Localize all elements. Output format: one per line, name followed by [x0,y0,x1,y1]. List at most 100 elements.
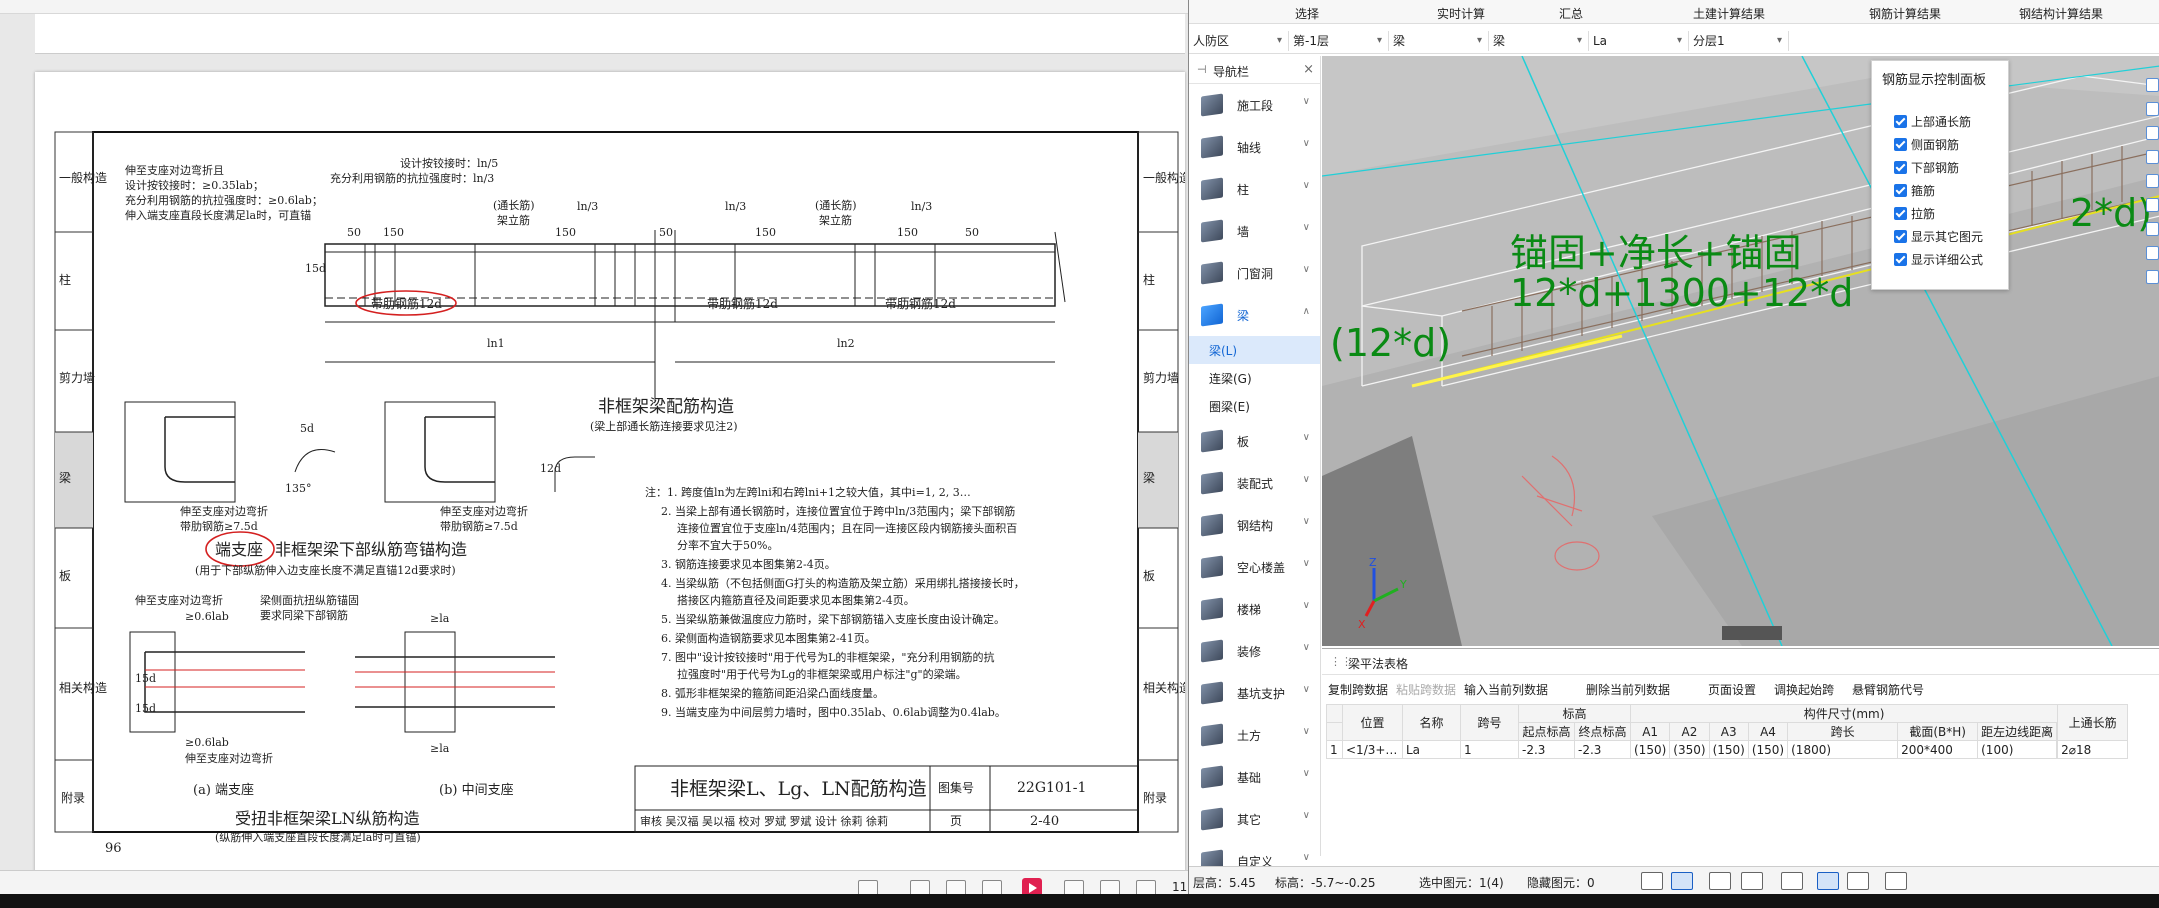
ribbon-tab-summary[interactable]: 汇总 [1559,5,1583,22]
beam-icon [1201,303,1223,327]
nav-item-openings[interactable]: 门窗洞 ∨ [1189,252,1320,294]
hook-details [124,401,595,503]
caption-a: (a) 端支座 [193,783,254,798]
nav-item-pit-support[interactable]: 基坑支护 ∨ [1189,672,1320,714]
nav-item-slab[interactable]: 板 ∨ [1189,420,1320,462]
swap-start-span-button[interactable]: 调换起始跨 [1774,681,1834,698]
chevron-up-icon: ∧ [1302,306,1310,317]
rebar-panel-title: 钢筋显示控制面板 [1882,73,1987,88]
checkbox-checked-icon [1894,161,1907,174]
nav-item-earthwork[interactable]: 土方 ∨ [1189,714,1320,756]
cross-select-icon[interactable] [1709,872,1731,890]
nav-item-hollow-floor[interactable]: 空心楼盖 ∨ [1189,546,1320,588]
ribbon-bar: 选择 实时计算 汇总 土建计算结果 钢筋计算结果 钢结构计算结果 [1189,0,2159,24]
beam-plan-table: 位置 名称 跨号 标高 构件尺寸(mm) 上通长筋 起点标高 终点标高 A1 A… [1326,704,2129,759]
svg-text:伸入端支座直段长度满足la时，可直锚: 伸入端支座直段长度满足la时，可直锚 [125,208,311,222]
view-tool-icon[interactable] [2146,222,2159,236]
ribbon-tab-civil-result[interactable]: 土建计算结果 [1693,5,1765,22]
delete-column-button[interactable]: 删除当前列数据 [1586,681,1670,698]
view-tool-icon[interactable] [2146,174,2159,188]
checkbox-checked-icon [1894,138,1907,151]
object-snap-icon[interactable] [1817,872,1839,890]
select-box-icon[interactable] [1671,872,1693,890]
view-side-toolbar [2144,56,2159,296]
nav-sub-beam-l[interactable]: 梁(L) [1189,336,1320,364]
right-index-other: 相关构造 [1143,680,1185,695]
checkbox-show-other-elements[interactable]: 显示其它图元 [1894,228,1983,246]
svg-text:充分利用钢筋的抗拉强度时：ln/3: 充分利用钢筋的抗拉强度时：ln/3 [330,171,494,185]
svg-text:≥la: ≥la [430,742,450,755]
arc-icon[interactable] [1847,872,1869,890]
nav-item-beam[interactable]: 梁 ∧ [1189,294,1320,336]
combo-element-type[interactable]: 梁 [1489,31,1589,51]
svg-text:4. 当梁纵筋（不包括侧面G打头的构造筋及架立筋）采用绑扎搭: 4. 当梁纵筋（不包括侧面G打头的构造筋及架立筋）采用绑扎搭接接长时， [661,576,1025,590]
cantilever-code-button[interactable]: 悬臂钢筋代号 [1852,681,1924,698]
3d-viewport[interactable]: 锚固+净长+锚固 12*d+1300+12*d (12*d) 2*d) Z Y … [1322,56,2159,646]
input-column-button[interactable]: 输入当前列数据 [1464,681,1548,698]
end-support-subtitle: (用于下部纵筋伸入边支座长度不满足直锚12d要求时) [195,563,456,577]
combo-element-name[interactable]: La [1589,31,1689,51]
nav-item-other[interactable]: 其它 ∨ [1189,798,1320,840]
ribbon-tab-steel-result[interactable]: 钢结构计算结果 [2019,5,2103,22]
nav-item-prefab[interactable]: 装配式 ∨ [1189,462,1320,504]
svg-text:架立筋: 架立筋 [497,213,530,227]
svg-text:拉强度时"用于代号为Lg的非框架梁或用户标注"g"的梁端。: 拉强度时"用于代号为Lg的非框架梁或用户标注"g"的梁端。 [677,667,967,681]
nav-item-axis[interactable]: 轴线 ∨ [1189,126,1320,168]
nav-item-decoration[interactable]: 装修 ∨ [1189,630,1320,672]
left-anchor-label: (12*d) [1330,321,1451,365]
ortho-icon[interactable] [1641,872,1663,890]
pin-icon[interactable]: ⊣ [1197,63,1207,76]
view-tool-icon[interactable] [2146,246,2159,260]
close-icon[interactable]: × [1303,62,1314,77]
view-tool-icon[interactable] [2146,150,2159,164]
page-setup-button[interactable]: 页面设置 [1708,681,1756,698]
checkbox-tie-bar[interactable]: 拉筋 [1894,205,1935,223]
svg-text:150: 150 [897,226,918,239]
chevron-down-icon: ∨ [1302,432,1310,443]
beam-dimensions: 50 150 ln/3 150 50 ln/3 150 ln/3 150 50 … [305,198,979,350]
angle-icon[interactable] [1741,872,1763,890]
copy-span-button[interactable]: 复制跨数据 [1328,681,1388,698]
pit-support-icon [1201,681,1223,705]
nav-item-construction-section[interactable]: 施工段 ∨ [1189,84,1320,126]
nav-sub-coupling-beam[interactable]: 连梁(G) [1189,364,1320,392]
snap-icon[interactable] [1781,872,1803,890]
svg-text:带肋钢筋12d: 带肋钢筋12d [707,296,778,311]
nav-item-stairs[interactable]: 楼梯 ∨ [1189,588,1320,630]
view-tool-icon[interactable] [2146,126,2159,140]
expand-icon[interactable] [1885,872,1907,890]
checkbox-top-through-bar[interactable]: 上部通长筋 [1894,113,1971,131]
checkbox-bottom-bar[interactable]: 下部钢筋 [1894,159,1959,177]
combo-civil-defense[interactable]: 人防区 [1189,31,1289,51]
earthwork-icon [1201,723,1223,747]
view-tool-icon[interactable] [2146,78,2159,92]
chevron-down-icon: ∨ [1302,642,1310,653]
nav-sub-ring-beam[interactable]: 圈梁(E) [1189,392,1320,420]
view-tool-icon[interactable] [2146,270,2159,284]
paste-span-button[interactable]: 粘贴跨数据 [1396,681,1456,698]
checkbox-show-detailed-formula[interactable]: 显示详细公式 [1894,251,1983,269]
nav-item-steel[interactable]: 钢结构 ∨ [1189,504,1320,546]
ribbon-tab-select[interactable]: 选择 [1295,5,1319,22]
chevron-down-icon: ∨ [1302,810,1310,821]
axis-icon [1201,135,1223,159]
combo-layer[interactable]: 分层1 [1689,31,1789,51]
checkbox-side-bar[interactable]: 侧面钢筋 [1894,136,1959,154]
stairs-icon [1201,597,1223,621]
combo-floor[interactable]: 第-1层 [1289,31,1389,51]
floor-height-readout: 层高：5.45 [1193,876,1256,890]
svg-text:搭接区内箍筋直径及间距要求见本图集第2-4页。: 搭接区内箍筋直径及间距要求见本图集第2-4页。 [677,593,915,607]
notes-block: 注：1. 跨度值ln为左跨lni和右跨lni+1之较大值，其中i=1, 2, 3… [645,485,1025,719]
nav-item-wall[interactable]: 墙 ∨ [1189,210,1320,252]
combo-category[interactable]: 梁 [1389,31,1489,51]
view-tool-icon[interactable] [2146,102,2159,116]
checkbox-stirrup[interactable]: 箍筋 [1894,182,1935,200]
checkbox-checked-icon [1894,230,1907,243]
ribbon-tab-rebar-result[interactable]: 钢筋计算结果 [1869,5,1941,22]
view-tool-icon[interactable] [2146,198,2159,212]
svg-text:15d: 15d [135,702,156,715]
ribbon-tab-live-calc[interactable]: 实时计算 [1437,5,1485,22]
nav-item-column[interactable]: 柱 ∨ [1189,168,1320,210]
nav-item-foundation[interactable]: 基础 ∨ [1189,756,1320,798]
table-row[interactable]: 1 <1/3+… La 1 -2.3 -2.3 (150) (350) (150… [1326,740,2129,759]
